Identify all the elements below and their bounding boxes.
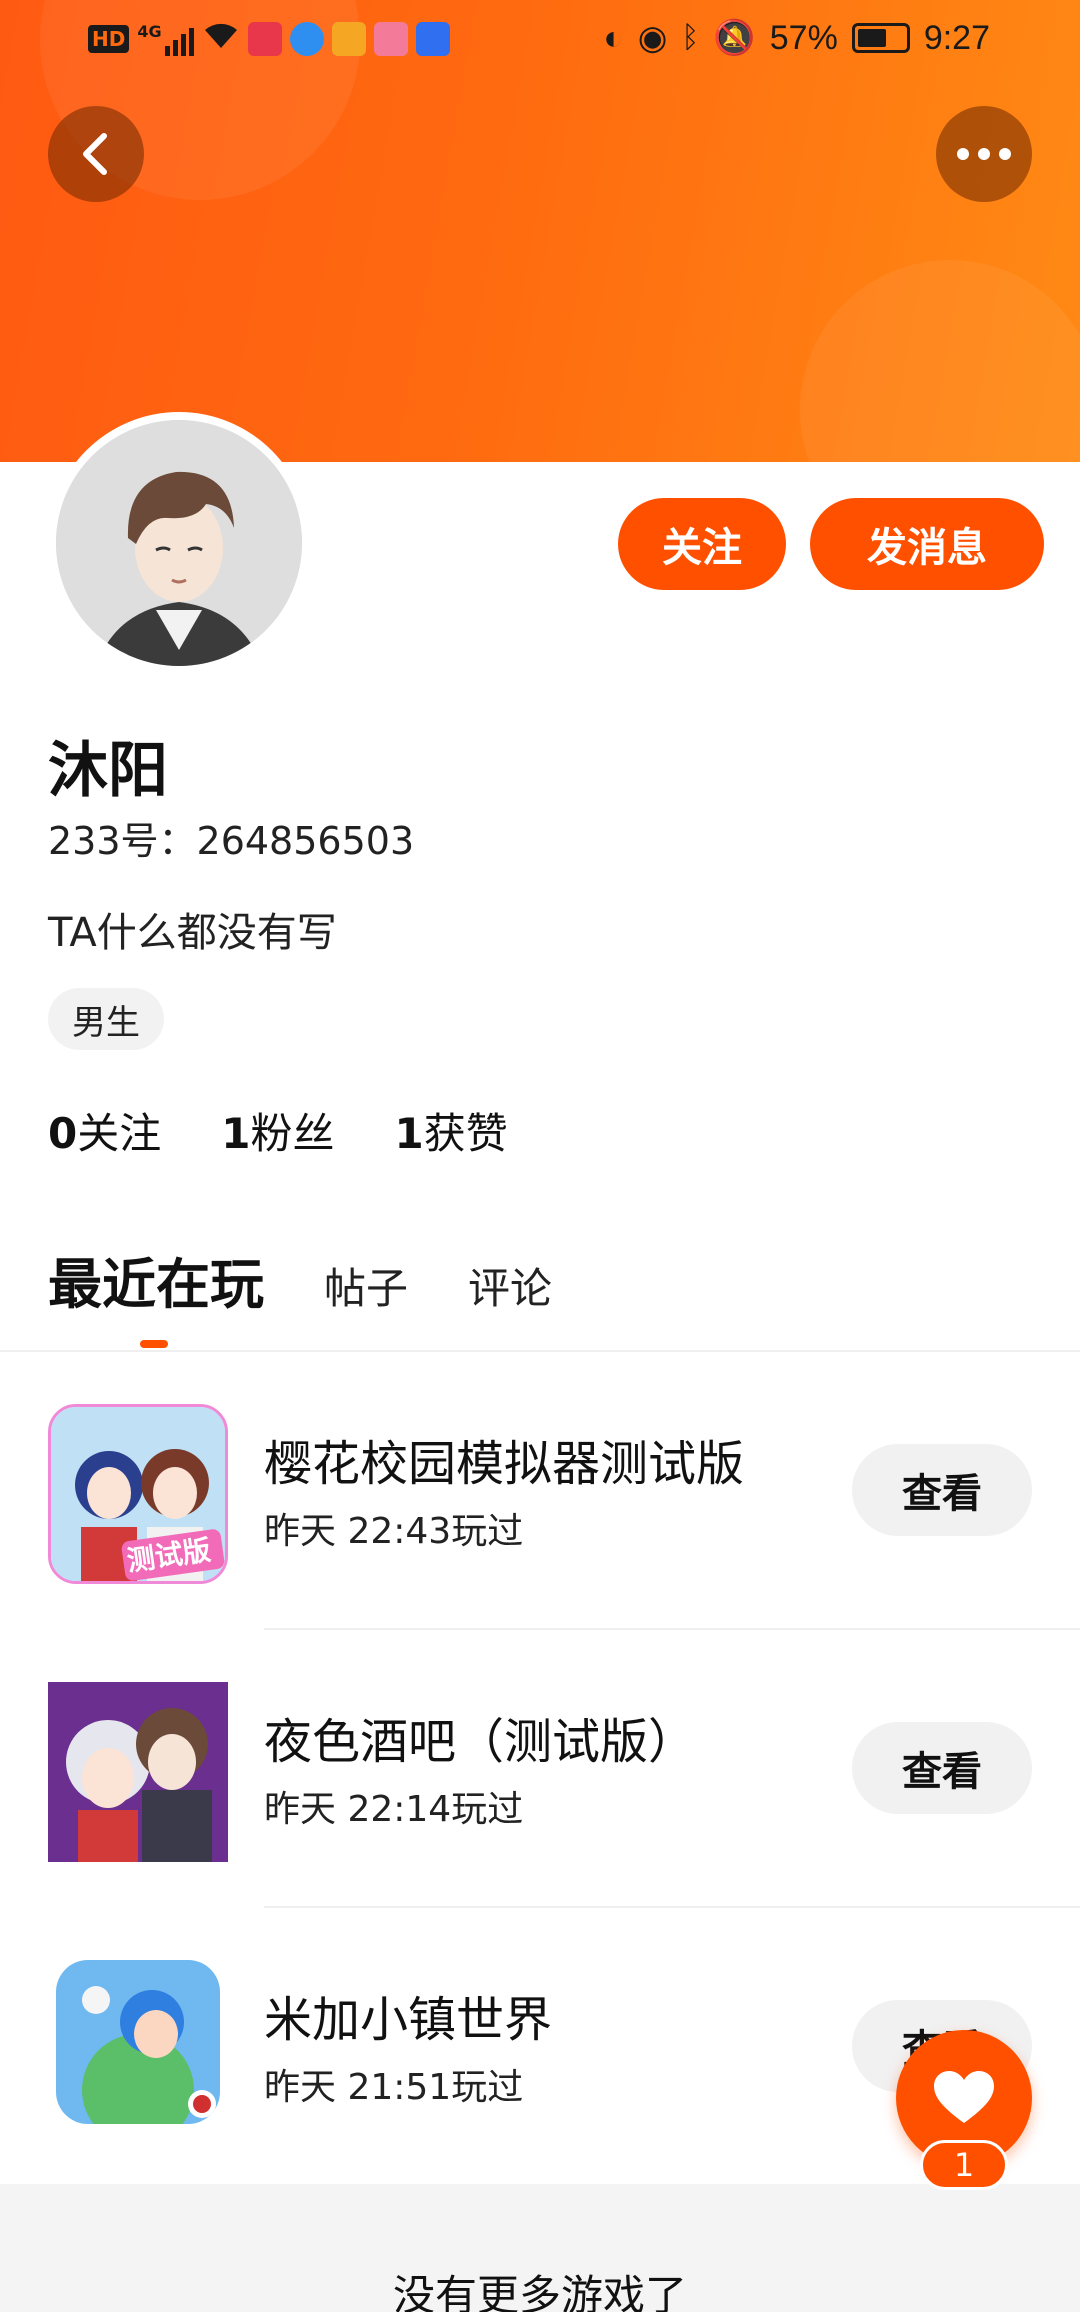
back-button[interactable]: [48, 106, 144, 202]
tab-comments[interactable]: 评论: [468, 1255, 552, 1316]
view-game-button[interactable]: 查看: [852, 1444, 1032, 1536]
avatar-image: [56, 420, 302, 666]
stat-label: 粉丝: [250, 1109, 335, 1158]
chevron-left-icon: [83, 133, 107, 175]
game-icon-sakura-school: 测试版: [48, 1404, 228, 1584]
user-id: 233号：264856503: [48, 819, 415, 863]
hd-indicator: HD: [88, 25, 130, 53]
game-icon-night-bar: [48, 1682, 228, 1862]
no-more-games-text: 没有更多游戏了: [392, 2271, 687, 2312]
send-message-button[interactable]: 发消息: [810, 498, 1044, 590]
network-type-label: 4G: [137, 22, 162, 41]
book-app-icon: [373, 22, 408, 56]
tab-recent-played[interactable]: 最近在玩: [48, 1240, 264, 1319]
game-title: 夜色酒吧（测试版）: [264, 1714, 697, 1770]
signal-icon: 4G: [137, 22, 194, 56]
mute-bell-icon: 🔕: [713, 19, 756, 57]
profile-stats: 0关注 1粉丝 1获赞: [48, 1100, 508, 1161]
browser-app-icon: [289, 22, 324, 56]
stat-count: 0: [48, 1109, 78, 1158]
user-bio: TA什么都没有写: [48, 910, 337, 956]
stat-following[interactable]: 0关注: [48, 1100, 161, 1161]
game-title: 米加小镇世界: [264, 1992, 553, 2048]
avatar[interactable]: [48, 412, 310, 674]
like-count-badge: 1: [920, 2140, 1008, 2190]
stat-count: 1: [394, 1109, 424, 1158]
heart-icon: [934, 2071, 994, 2123]
game-last-played: 昨天 22:43玩过: [264, 1511, 524, 1552]
game-last-played: 昨天 21:51玩过: [264, 2067, 524, 2108]
clock: 9:27: [923, 18, 990, 57]
more-dots-icon: [957, 148, 1011, 160]
stat-count: 1: [221, 1109, 251, 1158]
profile-tabs: 最近在玩 帖子 评论: [48, 1240, 552, 1319]
tab-posts[interactable]: 帖子: [324, 1255, 408, 1316]
app-icon: [331, 22, 366, 56]
bulb-app-icon: [415, 22, 450, 56]
game-list-item[interactable]: 测试版 樱花校园模拟器测试版 昨天 22:43玩过 查看: [0, 1352, 1080, 1630]
wifi-icon: [202, 20, 240, 58]
stat-label: 关注: [77, 1109, 162, 1158]
stat-label: 获赞: [423, 1109, 508, 1158]
game-list-item[interactable]: 夜色酒吧（测试版） 昨天 22:14玩过 查看: [0, 1630, 1080, 1908]
stat-likes[interactable]: 1获赞: [395, 1100, 508, 1161]
user-name: 沐阳: [48, 736, 168, 806]
battery-percent: 57%: [769, 18, 838, 57]
more-options-button[interactable]: [936, 106, 1032, 202]
stat-fans[interactable]: 1粉丝: [221, 1100, 334, 1161]
view-game-button[interactable]: 查看: [852, 1722, 1032, 1814]
game-title: 樱花校园模拟器测试版: [264, 1436, 745, 1492]
sync-icon: ◐: [603, 18, 624, 57]
eye-icon: ◉: [637, 19, 668, 57]
battery-icon: [851, 23, 910, 53]
gender-tag: 男生: [48, 988, 164, 1050]
follow-button[interactable]: 关注: [618, 498, 786, 590]
status-bar: HD 4G ◐ ◉ ᛒ 🔕 57% 9:27: [0, 0, 1080, 80]
active-tab-indicator: [140, 1340, 168, 1348]
huawei-app-icon: [247, 22, 282, 56]
bluetooth-icon: ᛒ: [681, 21, 700, 54]
game-icon-miga-town: [56, 1960, 220, 2124]
game-last-played: 昨天 22:14玩过: [264, 1789, 524, 1830]
